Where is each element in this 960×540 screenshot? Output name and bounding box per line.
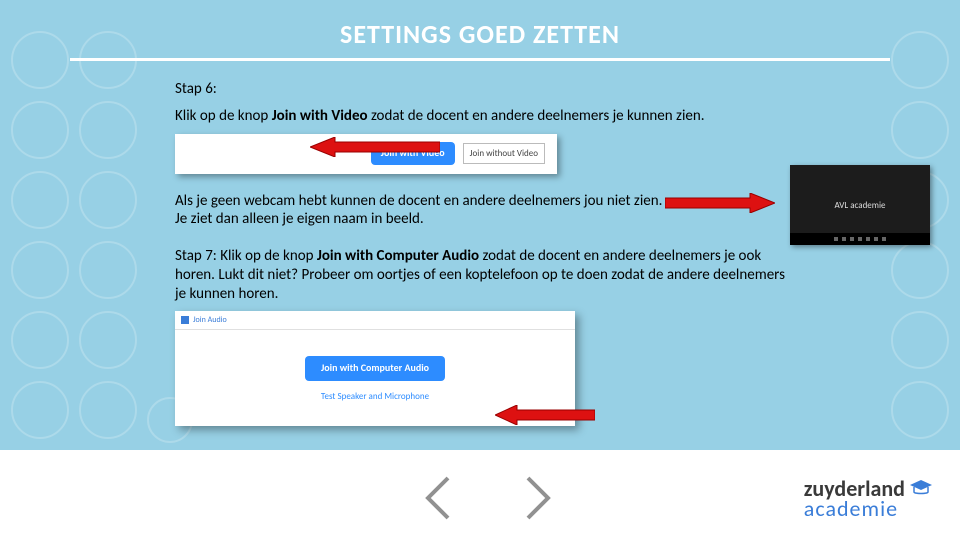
zoom-participant-tile: AVL academie [790, 165, 930, 245]
step7-prefix: Stap 7: Klik op de knop [175, 247, 317, 265]
graduation-cap-icon [910, 480, 932, 500]
next-button[interactable] [520, 474, 556, 522]
join-with-video-button[interactable]: Join with Video [371, 142, 455, 165]
chevron-left-icon [420, 474, 456, 522]
participant-name: AVL academie [834, 200, 885, 211]
content-area: Stap 6: Klik op de knop Join with Video … [175, 80, 905, 426]
title-underline [70, 58, 890, 61]
test-speaker-link[interactable]: Test Speaker and Microphone [175, 391, 575, 402]
zoom-toolbar [790, 233, 930, 245]
dialog-icon [181, 316, 189, 324]
step6-line: Klik op de knop Join with Video zodat de… [175, 107, 905, 126]
dialog-titlebar: Join Audio [175, 311, 575, 330]
footer-bar: zuyderland academie [0, 450, 960, 540]
step6-bold: Join with Video [272, 107, 368, 125]
step7-text: Stap 7: Klik op de knop Join with Comput… [175, 247, 795, 303]
page-title: SETTINGS GOED ZETTEN [0, 18, 960, 50]
join-without-video-button[interactable]: Join without Video [463, 143, 545, 164]
step7-bold: Join with Computer Audio [317, 247, 479, 265]
chevron-right-icon [520, 474, 556, 522]
brand-logo: zuyderland academie [804, 478, 932, 520]
dialog-title: Join Audio [193, 315, 227, 325]
join-computer-audio-button[interactable]: Join with Computer Audio [305, 356, 445, 381]
slide: SETTINGS GOED ZETTEN Stap 6: Klik op de … [0, 0, 960, 540]
step6b-text: Als je geen webcam hebt kunnen de docent… [175, 192, 665, 230]
step6-text-a: Klik op de knop [175, 107, 272, 125]
logo-bottom-text: academie [804, 498, 932, 520]
prev-button[interactable] [420, 474, 456, 522]
step6-text-b: zodat de docent en andere deelnemers je … [368, 107, 705, 125]
video-preview-panel: Join with Video Join without Video [175, 134, 557, 174]
step6-heading: Stap 6: [175, 80, 905, 99]
join-audio-dialog: Join Audio Join with Computer Audio Test… [175, 311, 575, 426]
